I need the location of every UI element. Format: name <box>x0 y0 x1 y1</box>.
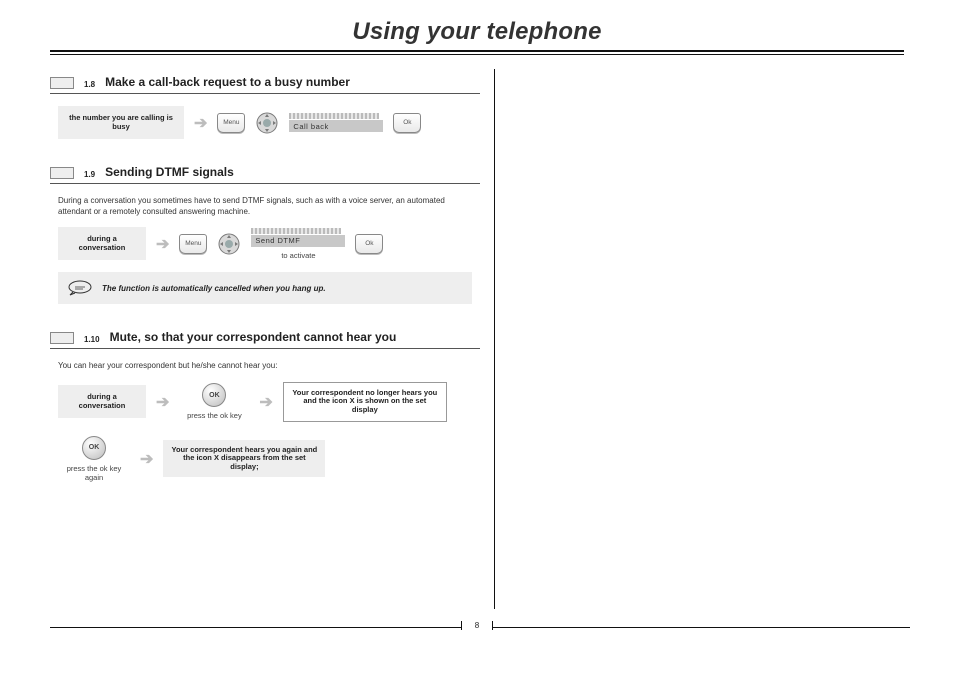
state-box: during a conversation <box>58 227 146 260</box>
flow-1-10b: OK press the ok key again ➔ Your corresp… <box>58 436 480 482</box>
note-box: The function is automatically cancelled … <box>58 272 472 304</box>
section-ornament <box>50 332 74 344</box>
navigator-wheel-icon <box>217 232 241 256</box>
page-number: 8 <box>461 621 493 630</box>
section-number: 1.8 <box>84 80 95 89</box>
softkey-bar: Call back <box>289 113 383 132</box>
softkey-bar: Send DTMF <box>251 228 345 247</box>
arrow-icon: ➔ <box>194 113 207 133</box>
ok-key-icon: Ok <box>393 113 421 133</box>
state-box: the number you are calling is busy <box>58 106 184 139</box>
menu-key-icon: Menu <box>179 234 207 254</box>
flow-1-10a: during a conversation ➔ OK press the ok … <box>58 382 480 422</box>
section-ornament <box>50 167 74 179</box>
section-1-9-heading: 1.9 Sending DTMF signals <box>50 165 480 184</box>
ok-key-icon: Ok <box>355 234 383 254</box>
section-ornament <box>50 77 74 89</box>
arrow-icon: ➔ <box>259 392 272 412</box>
left-column: 1.8 Make a call-back request to a busy n… <box>50 69 494 609</box>
section-1-10-heading: 1.10 Mute, so that your correspondent ca… <box>50 330 480 349</box>
softkey-label: Call back <box>289 120 383 132</box>
right-column <box>494 69 904 609</box>
ok-caption: press the ok key again <box>58 464 130 482</box>
section-1-8-heading: 1.8 Make a call-back request to a busy n… <box>50 75 480 94</box>
section-intro: You can hear your correspondent but he/s… <box>58 361 480 371</box>
state-box: during a conversation <box>58 385 146 418</box>
ok-button-icon: OK <box>202 383 226 407</box>
section-intro: During a conversation you sometimes have… <box>58 196 480 217</box>
ok-button-icon: OK <box>82 436 106 460</box>
flow-1-9: during a conversation ➔ Menu Send DTMF t… <box>58 227 480 260</box>
rule-thin <box>50 54 904 55</box>
section-number: 1.10 <box>84 335 100 344</box>
ok-caption: press the ok key <box>187 411 242 420</box>
result-box: Your correspondent no longer hears you a… <box>283 382 447 422</box>
softkey-label: Send DTMF <box>251 235 345 247</box>
page-title: Using your telephone <box>50 18 904 46</box>
softkey-caption: to activate <box>281 251 315 260</box>
arrow-icon: ➔ <box>156 234 169 254</box>
section-title: Mute, so that your correspondent cannot … <box>110 330 397 344</box>
result-box: Your correspondent hears you again and t… <box>163 440 325 478</box>
note-text: The function is automatically cancelled … <box>102 284 326 293</box>
menu-key-icon: Menu <box>217 113 245 133</box>
section-title: Sending DTMF signals <box>105 165 234 179</box>
section-title: Make a call-back request to a busy numbe… <box>105 75 350 89</box>
rule-thick <box>50 50 904 52</box>
arrow-icon: ➔ <box>156 392 169 412</box>
speech-bubble-icon <box>68 280 92 296</box>
section-number: 1.9 <box>84 170 95 179</box>
page-footer: 8 <box>50 627 904 630</box>
flow-1-8: the number you are calling is busy ➔ Men… <box>58 106 480 139</box>
navigator-wheel-icon <box>255 111 279 135</box>
arrow-icon: ➔ <box>140 449 153 469</box>
